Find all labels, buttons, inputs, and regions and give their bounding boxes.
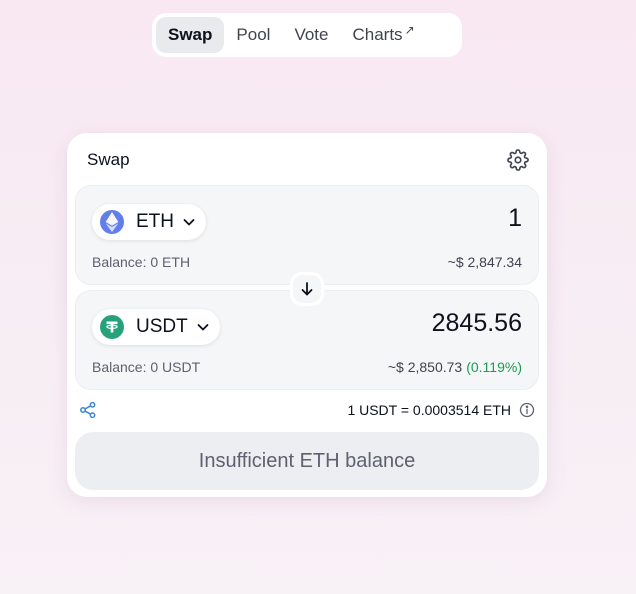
from-usd-value: ~$ 2,847.34 [447, 254, 522, 270]
nav-tab-swap-label: Swap [168, 25, 213, 44]
to-usd-amount: ~$ 2,850.73 [387, 359, 463, 375]
from-token-symbol: ETH [136, 211, 174, 232]
to-amount-input[interactable]: 2845.56 [432, 309, 522, 338]
switch-direction-button[interactable] [290, 272, 324, 306]
price-impact-percent: (0.119%) [466, 359, 522, 375]
chevron-down-icon [197, 324, 209, 331]
swap-card-header: Swap [87, 147, 529, 173]
settings-gear-icon[interactable] [507, 149, 529, 171]
nav-tab-vote[interactable]: Vote [282, 17, 340, 53]
rate-row: 1 USDT = 0.0003514 ETH [79, 401, 535, 419]
nav-tab-swap[interactable]: Swap [156, 17, 225, 53]
arrow-down-icon [301, 282, 313, 296]
insufficient-balance-button[interactable]: Insufficient ETH balance [75, 432, 539, 490]
nav-tab-charts[interactable]: Charts ↗ [340, 17, 426, 53]
action-button-label: Insufficient ETH balance [198, 449, 416, 472]
nav-tab-pool-label: Pool [236, 25, 271, 44]
chevron-down-icon [183, 219, 195, 226]
usdt-token-icon [100, 315, 124, 339]
to-usd-value: ~$ 2,850.73 (0.119%) [388, 359, 522, 375]
swap-from-panel: ETH 1 Balance: 0 ETH ~$ 2,847.34 [75, 185, 539, 285]
nav-tab-pool[interactable]: Pool [224, 17, 282, 53]
to-token-symbol: USDT [136, 316, 188, 337]
nav-tab-charts-label: Charts [352, 25, 403, 44]
swap-card: Swap ETH 1 Balance: 0 ETH ~$ 2,847.34 US… [67, 133, 547, 497]
eth-token-icon [100, 210, 124, 234]
from-amount-input[interactable]: 1 [508, 204, 522, 233]
route-share-icon[interactable] [79, 401, 97, 419]
nav-tab-vote-label: Vote [294, 25, 329, 44]
top-nav: Swap Pool Vote Charts ↗ [152, 13, 462, 57]
from-token-selector[interactable]: ETH [92, 204, 206, 240]
to-balance: Balance: 0 USDT [92, 359, 201, 375]
external-link-icon: ↗ [404, 23, 415, 37]
swap-card-title: Swap [87, 150, 130, 169]
to-token-selector[interactable]: USDT [92, 309, 220, 345]
from-balance: Balance: 0 ETH [92, 254, 191, 270]
exchange-rate[interactable]: 1 USDT = 0.0003514 ETH [347, 402, 511, 418]
info-icon[interactable] [519, 402, 535, 418]
